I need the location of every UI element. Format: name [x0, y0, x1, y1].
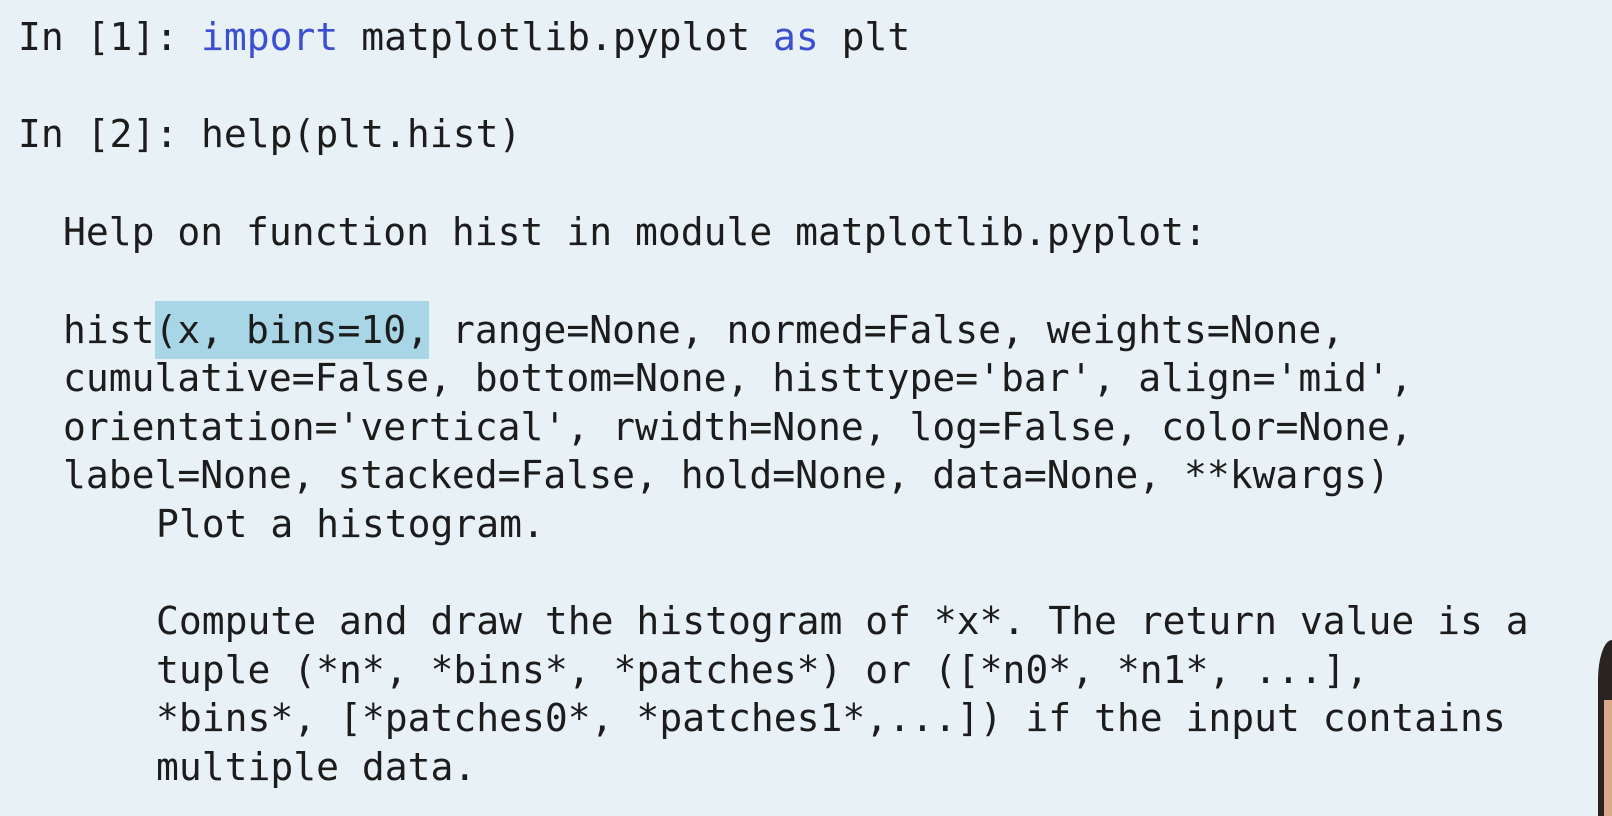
signature-rest-1: range=None, normed=False, weights=None,: [429, 308, 1345, 352]
doc-body-line-2: tuple (*n*, *bins*, *patches*) or ([*n0*…: [156, 648, 1369, 692]
function-name: hist: [63, 308, 155, 352]
help-header: Help on function hist in module matplotl…: [63, 210, 1207, 254]
in-prompt-2: In [2]:: [18, 112, 202, 156]
keyword-as: as: [773, 15, 819, 59]
doc-summary: Plot a histogram.: [156, 502, 545, 546]
doc-body-line-4: multiple data.: [156, 745, 477, 789]
presenter-arm: [1604, 700, 1612, 816]
input-cell-2[interactable]: In [2]: help(plt.hist): [18, 109, 521, 159]
in-prompt-1: In [1]:: [18, 15, 202, 59]
input-cell-1[interactable]: In [1]: import matplotlib.pyplot as plt: [18, 12, 910, 62]
doc-body-line-1: Compute and draw the histogram of *x*. T…: [156, 599, 1529, 643]
signature-line-1: hist(x, bins=10, range=None, normed=Fals…: [63, 300, 1345, 359]
help-call: help(plt.hist): [201, 112, 522, 156]
selected-text-highlight[interactable]: (x, bins=10,: [154, 300, 430, 359]
signature-line-2: cumulative=False, bottom=None, histtype=…: [63, 356, 1413, 400]
signature-line-4: label=None, stacked=False, hold=None, da…: [63, 453, 1390, 497]
keyword-import: import: [201, 15, 339, 59]
doc-body-line-3: *bins*, [*patches0*, *patches1*,...]) if…: [156, 696, 1506, 740]
signature-line-3: orientation='vertical', rwidth=None, log…: [63, 405, 1413, 449]
alias-name: plt: [818, 15, 911, 59]
module-name: matplotlib.pyplot: [338, 15, 773, 59]
